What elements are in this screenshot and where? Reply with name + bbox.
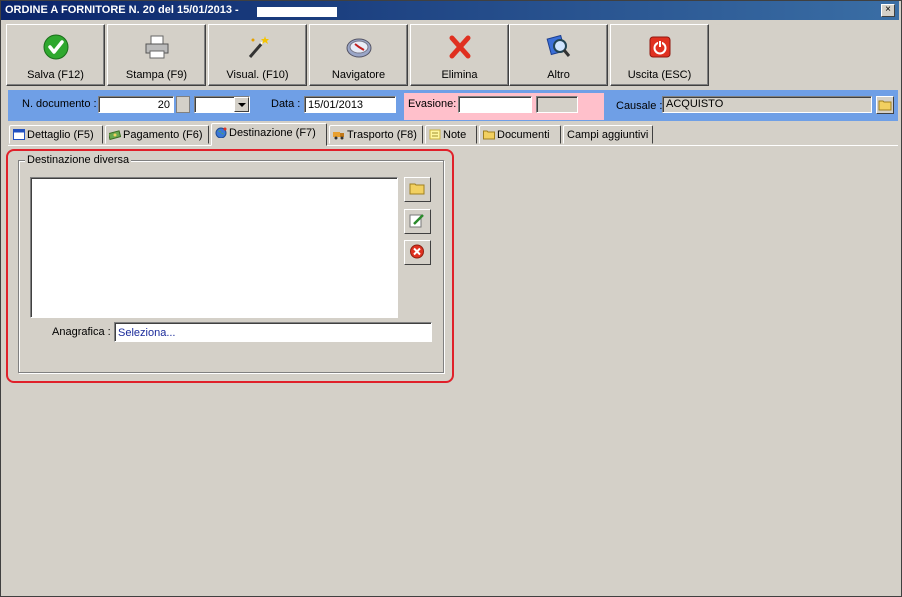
power-icon	[649, 36, 671, 58]
evasione-extra-field	[536, 96, 578, 113]
globe-icon	[215, 127, 227, 138]
navigator-label: Navigatore	[331, 69, 386, 81]
n-documento-field[interactable]: 20	[98, 96, 174, 113]
tab-dettaglio[interactable]: Dettaglio (F5)	[9, 125, 103, 144]
save-label: Salva (F12)	[27, 69, 84, 81]
save-button[interactable]: Salva (F12)	[6, 24, 105, 86]
evasione-field[interactable]	[458, 96, 532, 113]
navigator-button[interactable]: Navigatore	[309, 24, 408, 86]
n-documento-spin-button[interactable]	[176, 96, 190, 113]
tab-destinazione[interactable]: Destinazione (F7)	[211, 123, 327, 146]
anagrafica-select-field[interactable]: Seleziona...	[114, 322, 432, 342]
other-label: Altro	[547, 69, 570, 81]
compass-icon	[346, 38, 372, 58]
causale-browse-button[interactable]	[876, 96, 894, 114]
title-extra-field	[257, 7, 337, 17]
note-icon	[429, 129, 441, 140]
serie-dropdown[interactable]	[194, 96, 250, 113]
other-button[interactable]: Altro	[509, 24, 608, 86]
tab-trasporto-label: Trasporto (F8)	[347, 129, 417, 141]
grid-icon	[13, 129, 25, 140]
magic-wand-icon	[248, 36, 269, 58]
data-label: Data :	[271, 98, 301, 110]
destinazione-textarea[interactable]	[30, 177, 398, 318]
destinazione-group-label: Destinazione diversa	[25, 154, 132, 166]
data-field[interactable]: 15/01/2013	[304, 96, 396, 113]
tab-campi-aggiuntivi[interactable]: Campi aggiuntivi	[563, 125, 653, 144]
tab-dettaglio-label: Dettaglio (F5)	[27, 129, 94, 141]
open-address-button[interactable]	[404, 177, 431, 202]
close-button[interactable]: ×	[881, 4, 895, 17]
title-bar: ORDINE A FORNITORE N. 20 del 15/01/2013 …	[1, 1, 899, 20]
folder-icon	[409, 183, 425, 195]
preview-label: Visual. (F10)	[226, 69, 289, 81]
tab-pagamento-label: Pagamento (F6)	[123, 129, 203, 141]
folder-icon	[878, 100, 892, 111]
tab-documenti[interactable]: Documenti	[479, 125, 561, 144]
clear-address-button[interactable]	[404, 240, 431, 265]
tab-documenti-label: Documenti	[497, 129, 550, 141]
tab-campi-aggiuntivi-label: Campi aggiuntivi	[567, 129, 649, 141]
tab-note[interactable]: Note	[425, 125, 477, 144]
delete-button[interactable]: Elimina	[410, 24, 509, 86]
exit-button[interactable]: Uscita (ESC)	[610, 24, 709, 86]
print-button[interactable]: Stampa (F9)	[107, 24, 206, 86]
delete-x-icon	[449, 35, 471, 59]
n-documento-label: N. documento :	[22, 98, 97, 110]
edit-icon	[409, 214, 424, 228]
print-label: Stampa (F9)	[125, 69, 188, 81]
delete-icon	[410, 244, 424, 259]
truck-icon	[333, 132, 344, 140]
window-title: ORDINE A FORNITORE N. 20 del 15/01/2013 …	[5, 4, 239, 16]
money-icon	[109, 130, 121, 140]
exit-label: Uscita (ESC)	[627, 69, 692, 81]
causale-label: Causale :	[616, 100, 663, 112]
magnifier-icon	[546, 34, 571, 57]
causale-field[interactable]: ACQUISTO	[662, 96, 872, 113]
edit-address-button[interactable]	[404, 209, 431, 234]
anagrafica-label: Anagrafica :	[52, 326, 111, 338]
tab-note-label: Note	[443, 129, 467, 141]
printer-icon	[145, 35, 169, 59]
tab-trasporto[interactable]: Trasporto (F8)	[329, 125, 423, 144]
preview-button[interactable]: Visual. (F10)	[208, 24, 307, 86]
chevron-down-icon[interactable]	[234, 97, 249, 112]
evasione-label: Evasione:	[408, 98, 457, 110]
delete-label: Elimina	[441, 69, 478, 81]
tab-destinazione-label: Destinazione (F7)	[229, 127, 316, 139]
folder-icon	[483, 130, 495, 140]
check-icon	[43, 34, 69, 60]
tab-pagamento[interactable]: Pagamento (F6)	[105, 125, 209, 144]
